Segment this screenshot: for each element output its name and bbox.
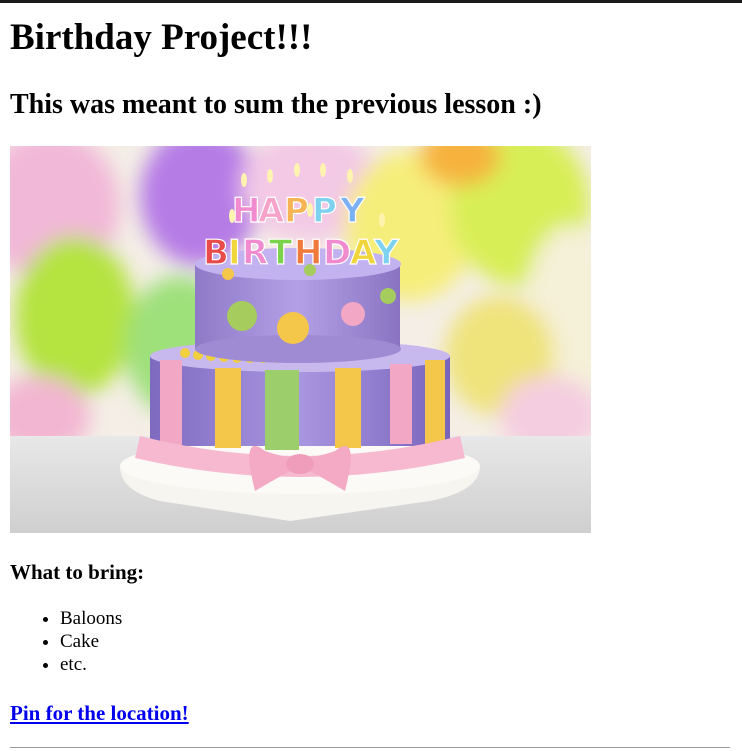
svg-text:Y: Y <box>339 191 365 231</box>
bring-list: Baloons Cake etc. <box>10 607 122 676</box>
bring-list-title: What to bring: <box>10 560 145 584</box>
svg-text:A: A <box>258 191 285 231</box>
svg-text:P: P <box>312 191 337 231</box>
svg-text:D: D <box>323 233 351 273</box>
top-border <box>0 0 742 3</box>
svg-text:T: T <box>269 233 293 273</box>
svg-text:P: P <box>284 191 309 231</box>
list-item: etc. <box>60 653 122 676</box>
svg-text:Y: Y <box>373 233 399 273</box>
list-item: Baloons <box>60 607 122 630</box>
svg-text:B: B <box>203 233 229 273</box>
svg-text:A: A <box>350 233 377 273</box>
page-title: Birthday Project!!! <box>10 17 313 58</box>
list-item: Cake <box>60 630 122 653</box>
page-subtitle: This was meant to sum the previous lesso… <box>10 89 542 120</box>
location-link[interactable]: Pin for the location! <box>10 700 189 726</box>
svg-text:H: H <box>232 191 260 231</box>
svg-text:R: R <box>242 233 268 273</box>
svg-text:I: I <box>228 233 241 273</box>
svg-text:H: H <box>294 233 322 273</box>
divider <box>10 747 730 748</box>
birthday-cake-image: H A P P Y B I R T H D A Y <box>10 146 591 533</box>
